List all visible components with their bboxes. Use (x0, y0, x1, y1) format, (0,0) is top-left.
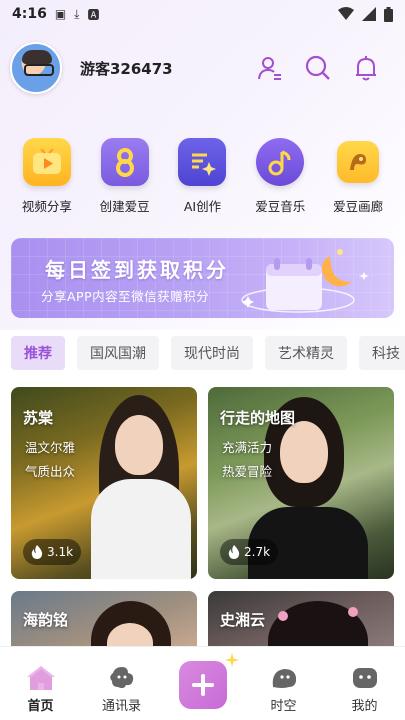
contacts-icon (109, 667, 133, 689)
music-icon (256, 138, 305, 186)
avatar[interactable] (10, 42, 62, 94)
plus-icon (191, 674, 214, 696)
home-icon (26, 666, 55, 690)
username: 游客326473 (80, 59, 173, 78)
idol-card[interactable]: 苏棠 温文尔雅 气质出众 3.1k (11, 387, 197, 579)
card-name: 史湘云 (220, 611, 266, 629)
card-name: 行走的地图 (220, 409, 296, 427)
likes-count: 2.7k (244, 545, 271, 559)
feature-label: 爱豆画廊 (333, 199, 384, 214)
status-time: 4:16 (12, 6, 47, 22)
user-profile-icon[interactable] (257, 55, 283, 81)
sparkle-icon (224, 653, 239, 667)
feature-create-idol[interactable]: 创建爱豆 (90, 138, 160, 224)
daily-checkin-banner[interactable]: 每日签到获取积分 分享APP内容至微信获赠积分 (11, 238, 394, 318)
text-notification-icon: 🅰 (87, 7, 100, 22)
feature-row: 视频分享 创建爱豆 AI创作 爱豆音乐 爱豆画廊 (0, 138, 405, 224)
card-tag: 气质出众 (25, 464, 76, 479)
nav-label: 首页 (27, 699, 54, 714)
card-name: 苏棠 (23, 409, 54, 427)
idol-card[interactable]: 海韵铭 (11, 591, 197, 647)
ai-create-icon (178, 138, 227, 186)
nav-label: 通讯录 (101, 699, 141, 714)
create-plus-button[interactable] (178, 653, 239, 709)
tab-modern-fashion[interactable]: 现代时尚 (171, 336, 253, 370)
idol-card[interactable]: 行走的地图 充满活力 热爱冒险 2.7k (208, 387, 394, 579)
feature-label: 视频分享 (21, 199, 72, 214)
tab-tech[interactable]: 科技 (359, 336, 405, 370)
card-name: 海韵铭 (23, 611, 69, 629)
card-tag: 温文尔雅 (25, 440, 76, 455)
nav-label: 我的 (351, 699, 378, 714)
search-icon[interactable] (305, 55, 331, 81)
ghost-icon (272, 669, 296, 688)
nav-create[interactable] (171, 653, 239, 709)
feature-label: 爱豆音乐 (255, 199, 306, 214)
gallery-notification-icon: ▣ (54, 7, 67, 21)
battery-icon (384, 6, 393, 22)
status-bar: 4:16 ▣ ⤓ 🅰 (0, 0, 405, 28)
feature-ai-create[interactable]: AI创作 (167, 138, 237, 224)
likes-count: 3.1k (47, 545, 74, 559)
user-header: 游客326473 (10, 40, 395, 96)
calendar-moon-icon (241, 249, 369, 313)
feature-label: 创建爱豆 (99, 199, 150, 214)
wifi-icon (338, 7, 354, 20)
likes-badge: 2.7k (220, 539, 279, 565)
bell-icon[interactable] (353, 55, 379, 81)
gallery-icon (337, 141, 380, 183)
likes-badge: 3.1k (23, 539, 82, 565)
nav-home[interactable]: 首页 (9, 665, 73, 714)
tab-recommended[interactable]: 推荐 (11, 336, 65, 370)
category-tabs: 推荐 国风国潮 现代时尚 艺术精灵 科技 (11, 336, 405, 370)
banner-subtitle: 分享APP内容至微信获赠积分 (41, 289, 210, 304)
card-tag: 热爱冒险 (222, 464, 273, 479)
banner-title: 每日签到获取积分 (45, 258, 229, 282)
bottom-nav: 首页 通讯录 时空 我的 (0, 646, 405, 720)
fire-icon (228, 545, 240, 559)
nav-contacts[interactable]: 通讯录 (90, 665, 154, 714)
download-notification-icon: ⤓ (74, 6, 80, 21)
feature-gallery[interactable]: 爱豆画廊 (323, 138, 393, 224)
nav-time[interactable]: 时空 (252, 665, 316, 714)
card-tag: 充满活力 (222, 440, 273, 455)
nav-label: 时空 (270, 699, 297, 714)
tab-guofeng[interactable]: 国风国潮 (77, 336, 159, 370)
idol-card[interactable]: 史湘云 (208, 591, 394, 647)
create-idol-icon (100, 138, 149, 186)
feature-label: AI创作 (183, 199, 222, 214)
feature-video-share[interactable]: 视频分享 (12, 138, 82, 224)
signal-icon (362, 7, 376, 21)
profile-face-icon (352, 668, 377, 688)
nav-mine[interactable]: 我的 (333, 665, 397, 714)
feature-music[interactable]: 爱豆音乐 (245, 138, 315, 224)
fire-icon (31, 545, 43, 559)
video-share-icon (22, 138, 71, 186)
tab-art-spirit[interactable]: 艺术精灵 (265, 336, 347, 370)
